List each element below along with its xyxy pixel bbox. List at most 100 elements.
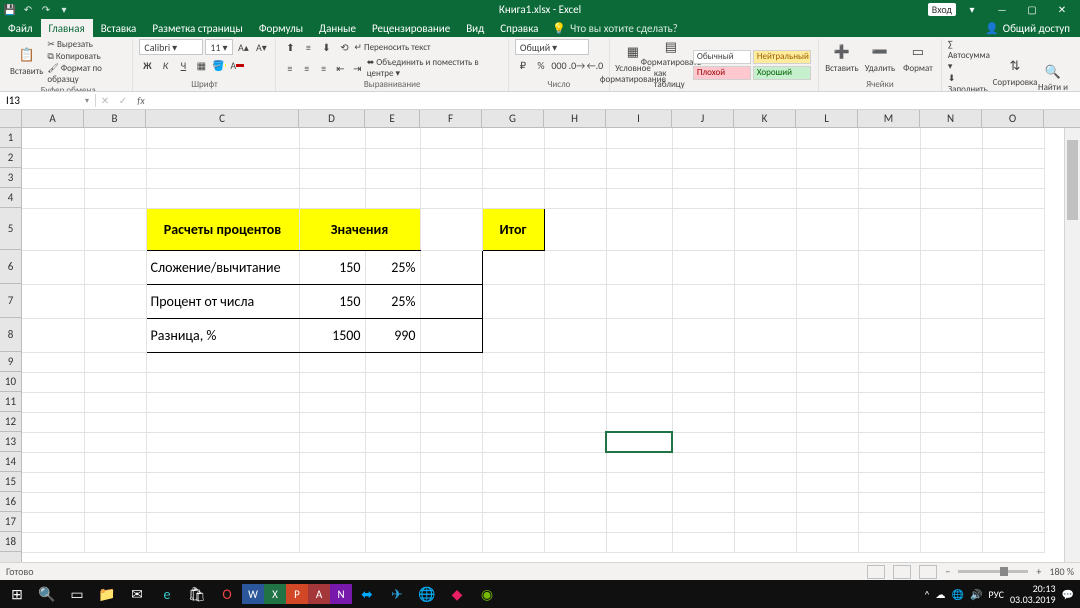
cell-G18[interactable] xyxy=(482,532,544,552)
cell-G17[interactable] xyxy=(482,512,544,532)
cell-K1[interactable] xyxy=(734,128,796,148)
cell-L14[interactable] xyxy=(796,452,858,472)
cell-L9[interactable] xyxy=(796,352,858,372)
italic-button[interactable]: К xyxy=(157,57,173,73)
cell-O4[interactable] xyxy=(982,188,1044,208)
cell-A8[interactable] xyxy=(22,318,84,352)
cell-G8[interactable] xyxy=(482,318,544,352)
wrap-text-button[interactable]: ↵ Переносить текст xyxy=(354,42,430,53)
font-size-select[interactable]: 11▾ xyxy=(205,39,233,55)
cell-G5[interactable]: Итог xyxy=(482,208,544,250)
fx-icon[interactable]: fx xyxy=(132,94,150,107)
cut-button[interactable]: ✂ Вырезать xyxy=(47,39,126,50)
cell-H18[interactable] xyxy=(544,532,606,552)
cell-L3[interactable] xyxy=(796,168,858,188)
cell-K4[interactable] xyxy=(734,188,796,208)
cell-O14[interactable] xyxy=(982,452,1044,472)
cell-F15[interactable] xyxy=(420,472,482,492)
tray-onedrive-icon[interactable]: ☁ xyxy=(936,588,946,601)
cell-B1[interactable] xyxy=(84,128,146,148)
number-format-select[interactable]: Общий▾ xyxy=(515,39,589,55)
cell-E6[interactable]: 25% xyxy=(365,250,420,284)
cell-F14[interactable] xyxy=(420,452,482,472)
cell-E3[interactable] xyxy=(365,168,420,188)
cell-H10[interactable] xyxy=(544,372,606,392)
format-as-table-button[interactable]: ▤ Форматировать как таблицу xyxy=(654,39,688,90)
cell-N2[interactable] xyxy=(920,148,982,168)
increase-decimal-icon[interactable]: .0→ xyxy=(569,57,585,73)
insert-cells-button[interactable]: ➕Вставить xyxy=(825,45,859,74)
cell-L8[interactable] xyxy=(796,318,858,352)
nvidia-icon[interactable]: ◉ xyxy=(472,580,502,608)
enter-formula-icon[interactable]: ✓ xyxy=(114,94,132,107)
cell-C9[interactable] xyxy=(146,352,299,372)
tab-review[interactable]: Рецензирование xyxy=(364,19,458,37)
cell-E16[interactable] xyxy=(365,492,420,512)
cell-O13[interactable] xyxy=(982,432,1044,452)
cell-I8[interactable] xyxy=(606,318,672,352)
row-header-8[interactable]: 8 xyxy=(0,318,21,352)
comma-icon[interactable]: 000 xyxy=(551,57,567,73)
cell-I18[interactable] xyxy=(606,532,672,552)
tell-me[interactable]: 💡 Что вы хотите сделать? xyxy=(552,19,677,37)
powerpoint-icon[interactable]: P xyxy=(286,584,308,604)
cell-I4[interactable] xyxy=(606,188,672,208)
tray-clock[interactable]: 20:13 03.03.2019 xyxy=(1010,583,1056,605)
cell-K2[interactable] xyxy=(734,148,796,168)
cell-G13[interactable] xyxy=(482,432,544,452)
cell-I13[interactable] xyxy=(606,432,672,452)
cell-C14[interactable] xyxy=(146,452,299,472)
cell-D9[interactable] xyxy=(299,352,365,372)
cell-G10[interactable] xyxy=(482,372,544,392)
cell-K9[interactable] xyxy=(734,352,796,372)
cell-M1[interactable] xyxy=(858,128,920,148)
align-center-icon[interactable]: ≡ xyxy=(299,60,314,76)
cell-M10[interactable] xyxy=(858,372,920,392)
increase-indent-icon[interactable]: ⇥ xyxy=(350,60,365,76)
cell-E10[interactable] xyxy=(365,372,420,392)
cell-M8[interactable] xyxy=(858,318,920,352)
cell-E18[interactable] xyxy=(365,532,420,552)
tray-chevron-icon[interactable]: ^ xyxy=(925,588,930,601)
cell-L2[interactable] xyxy=(796,148,858,168)
edge-icon[interactable]: e xyxy=(152,580,182,608)
cell-J4[interactable] xyxy=(672,188,734,208)
cell-E12[interactable] xyxy=(365,412,420,432)
row-header-1[interactable]: 1 xyxy=(0,128,21,148)
cell-K18[interactable] xyxy=(734,532,796,552)
access-icon[interactable]: A xyxy=(308,584,330,604)
cell-I6[interactable] xyxy=(606,250,672,284)
cell-A5[interactable] xyxy=(22,208,84,250)
maximize-button[interactable]: ▢ xyxy=(1018,0,1046,19)
cell-D10[interactable] xyxy=(299,372,365,392)
cell-O15[interactable] xyxy=(982,472,1044,492)
cell-K3[interactable] xyxy=(734,168,796,188)
row-header-18[interactable]: 18 xyxy=(0,532,21,552)
cell-K11[interactable] xyxy=(734,392,796,412)
cell-B6[interactable] xyxy=(84,250,146,284)
cell-N4[interactable] xyxy=(920,188,982,208)
cell-G1[interactable] xyxy=(482,128,544,148)
cell-E1[interactable] xyxy=(365,128,420,148)
cell-G4[interactable] xyxy=(482,188,544,208)
cell-A7[interactable] xyxy=(22,284,84,318)
cell-D16[interactable] xyxy=(299,492,365,512)
align-top-icon[interactable]: ⬆ xyxy=(282,39,298,55)
copy-button[interactable]: ⧉ Копировать xyxy=(47,51,126,62)
cell-F2[interactable] xyxy=(420,148,482,168)
cell-J6[interactable] xyxy=(672,250,734,284)
col-header-K[interactable]: K xyxy=(734,110,796,127)
tab-insert[interactable]: Вставка xyxy=(93,19,145,37)
zoom-level[interactable]: 180 % xyxy=(1049,565,1074,578)
cell-N13[interactable] xyxy=(920,432,982,452)
cell-E15[interactable] xyxy=(365,472,420,492)
border-button[interactable]: ▦ xyxy=(193,57,209,73)
cell-O1[interactable] xyxy=(982,128,1044,148)
col-header-L[interactable]: L xyxy=(796,110,858,127)
cell-D15[interactable] xyxy=(299,472,365,492)
cell-K16[interactable] xyxy=(734,492,796,512)
qat-customize-icon[interactable]: ▾ xyxy=(58,4,70,16)
cell-A2[interactable] xyxy=(22,148,84,168)
app-icon[interactable]: ◆ xyxy=(442,580,472,608)
view-normal-icon[interactable] xyxy=(867,565,885,579)
